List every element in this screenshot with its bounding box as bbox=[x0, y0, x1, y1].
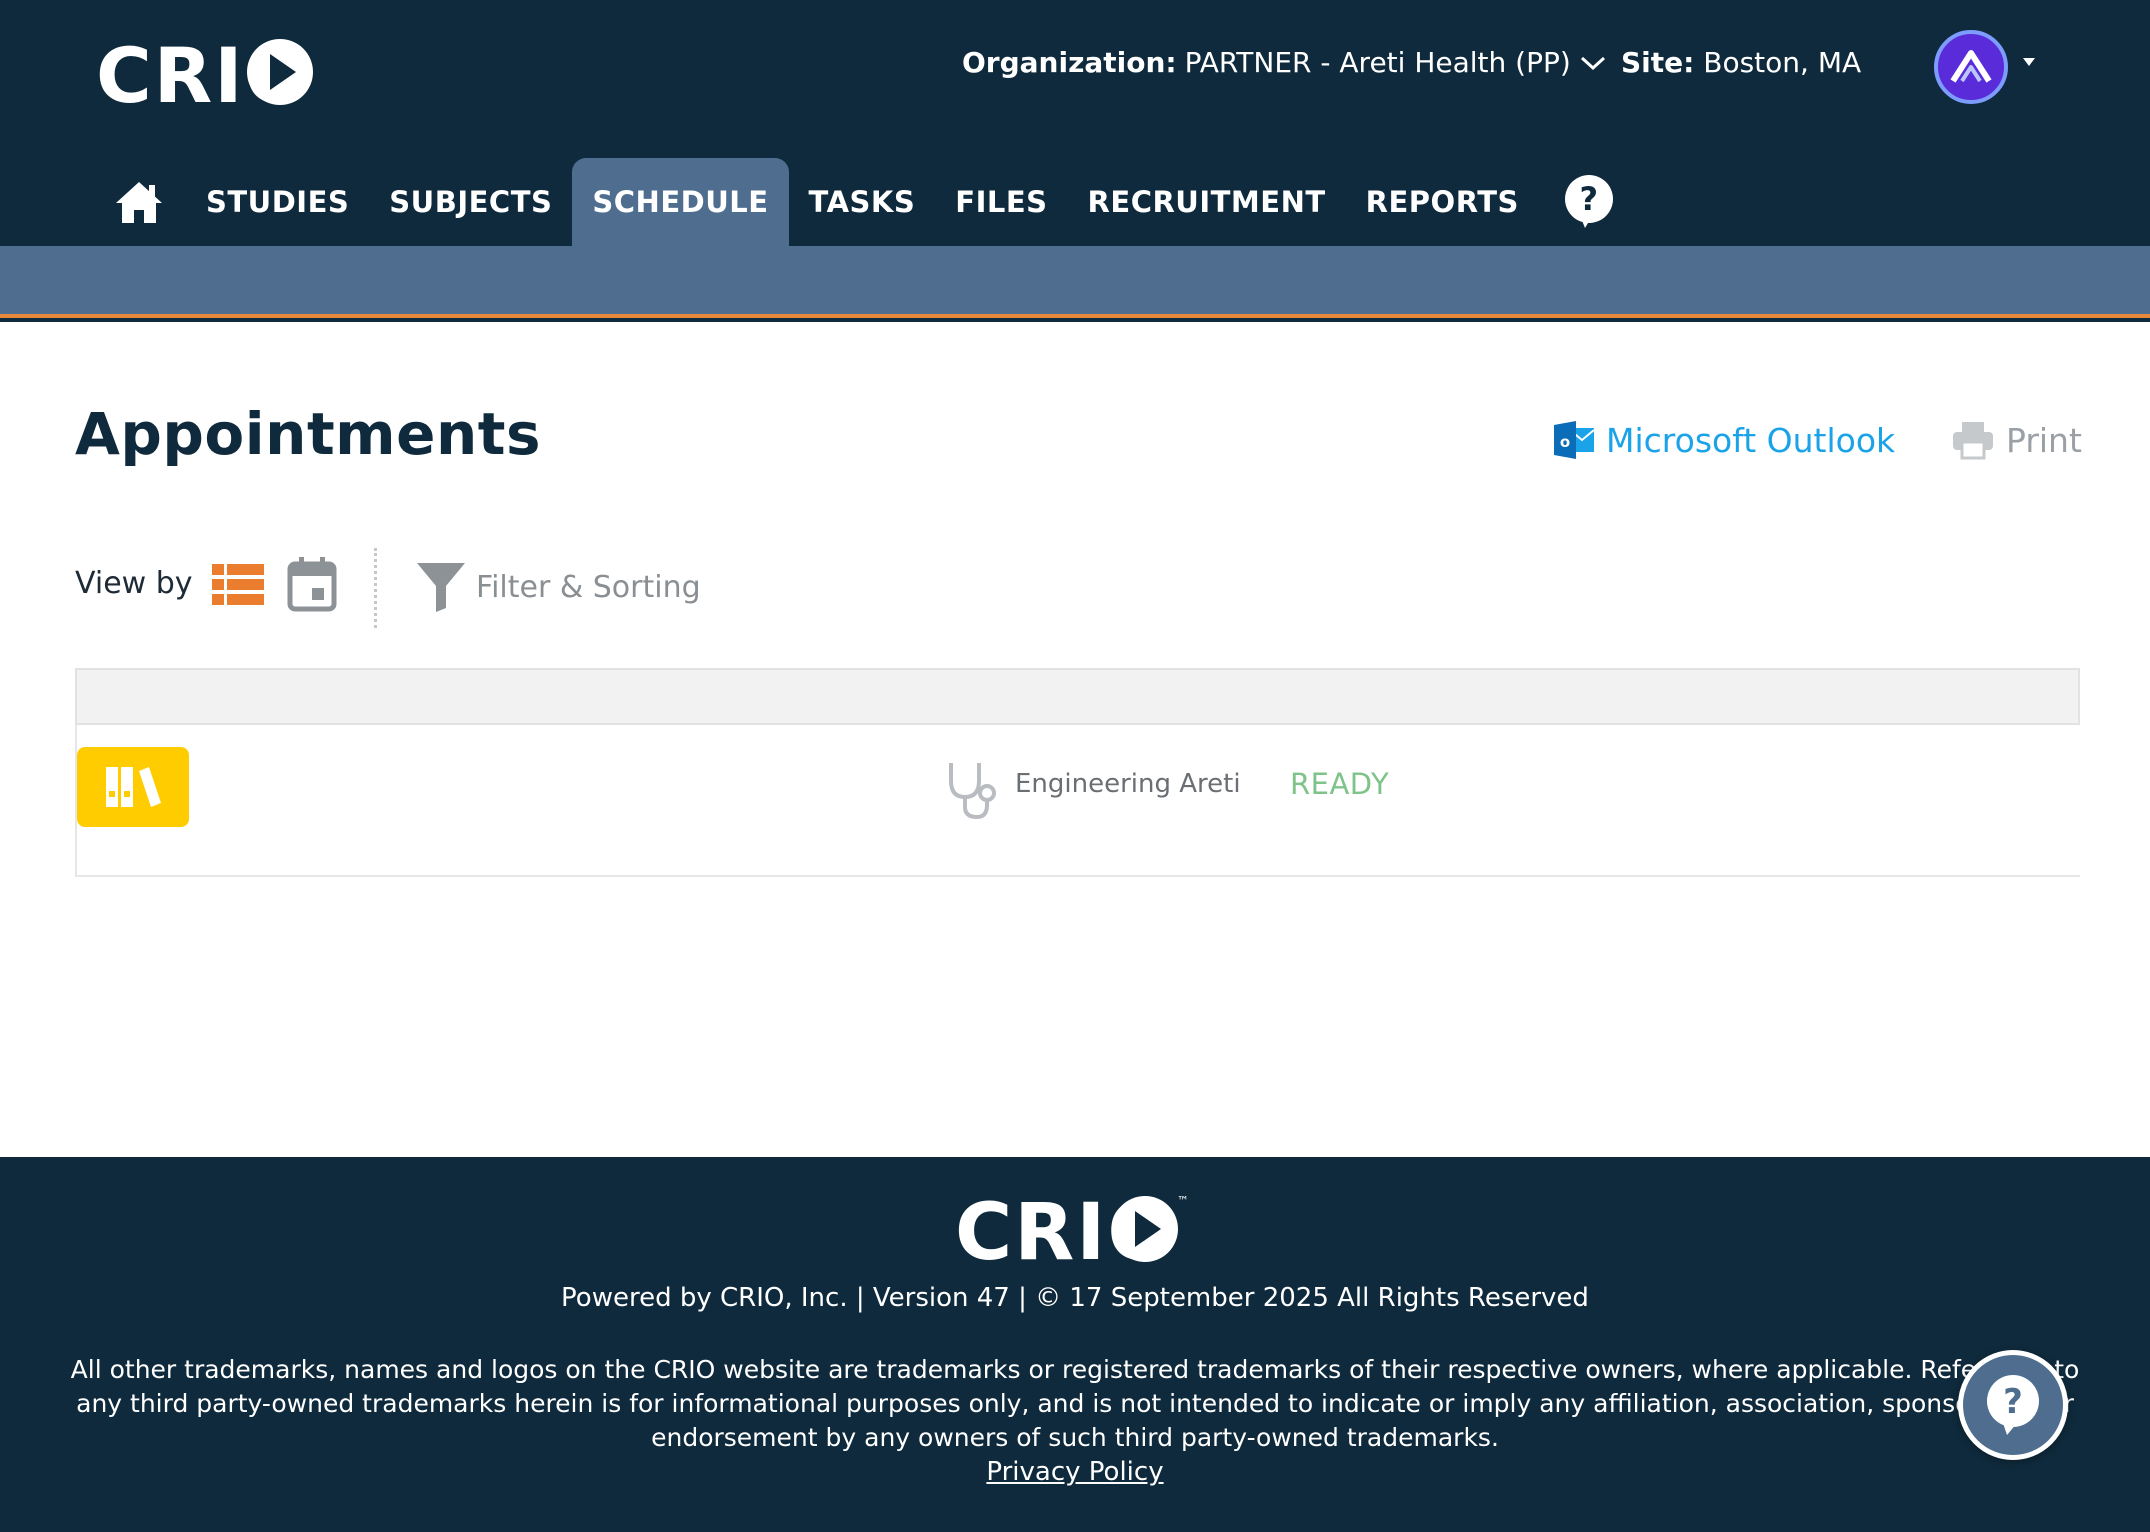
chevron-down-icon bbox=[1580, 56, 1605, 70]
appointment-row[interactable]: Engineering Areti READY bbox=[75, 725, 2080, 877]
nav-recruitment[interactable]: RECRUITMENT bbox=[1068, 158, 1346, 246]
site-value: Boston, MA bbox=[1703, 46, 1862, 79]
outlook-icon: o bbox=[1554, 421, 1595, 459]
privacy-policy-link[interactable]: Privacy Policy bbox=[0, 1457, 2150, 1487]
organization-label: Organization: bbox=[962, 46, 1177, 79]
user-menu-caret-icon[interactable] bbox=[2021, 56, 2037, 68]
sub-nav-bar bbox=[0, 246, 2150, 318]
footer-crio-logo: CRIO ™ bbox=[955, 1189, 1189, 1269]
view-by-label: View by bbox=[75, 566, 193, 601]
help-chat-button[interactable]: ? bbox=[1958, 1350, 2068, 1460]
avatar-icon bbox=[1950, 50, 1992, 83]
site-label: Site: bbox=[1621, 46, 1695, 79]
svg-text:™: ™ bbox=[1177, 1194, 1189, 1208]
status-badge: READY bbox=[1290, 767, 1390, 801]
print-label: Print bbox=[2006, 420, 2082, 460]
nav-tasks[interactable]: TASKS bbox=[789, 158, 936, 246]
study-badge[interactable] bbox=[77, 747, 189, 827]
microsoft-outlook-link[interactable]: o Microsoft Outlook bbox=[1552, 420, 1895, 460]
nav-files[interactable]: FILES bbox=[935, 158, 1067, 246]
print-button[interactable]: Print bbox=[1952, 420, 2082, 460]
user-avatar[interactable] bbox=[1934, 30, 2008, 104]
home-icon bbox=[116, 182, 162, 223]
nav-studies[interactable]: STUDIES bbox=[186, 158, 369, 246]
svg-text:?: ? bbox=[2003, 1382, 2023, 1422]
filter-icon bbox=[417, 563, 465, 612]
nav-subjects[interactable]: SUBJECTS bbox=[369, 158, 572, 246]
list-view-icon[interactable] bbox=[212, 562, 264, 606]
print-icon bbox=[1953, 422, 1993, 460]
nav-reports[interactable]: REPORTS bbox=[1346, 158, 1539, 246]
study-binder-icon bbox=[106, 767, 161, 807]
provider-name: Engineering Areti bbox=[1015, 769, 1241, 799]
crio-logo[interactable]: CRIO bbox=[96, 36, 316, 108]
trademark-disclaimer: All other trademarks, names and logos on… bbox=[70, 1355, 2080, 1452]
site-indicator: Site: Boston, MA bbox=[1621, 46, 1861, 79]
page-title: Appointments bbox=[75, 400, 541, 468]
svg-text:?: ? bbox=[1579, 180, 1598, 218]
view-divider bbox=[374, 548, 377, 628]
outlook-label: Microsoft Outlook bbox=[1606, 420, 1896, 460]
filter-label: Filter & Sorting bbox=[476, 569, 701, 605]
svg-text:o: o bbox=[1560, 433, 1570, 451]
organization-selector[interactable]: Organization: PARTNER - Areti Health (PP… bbox=[962, 46, 1607, 79]
help-icon: ? bbox=[1564, 175, 1613, 228]
main-nav: STUDIES SUBJECTS SCHEDULE TASKS FILES RE… bbox=[96, 158, 1639, 246]
help-chat-icon: ? bbox=[1987, 1375, 2039, 1435]
filter-sorting-button[interactable]: Filter & Sorting bbox=[416, 562, 701, 612]
top-header: CRIO Organization: PARTNER - Areti Healt… bbox=[0, 0, 2150, 322]
organization-value: PARTNER - Areti Health (PP) bbox=[1184, 46, 1571, 79]
appointments-table-header bbox=[75, 668, 2080, 725]
footer: CRIO ™ Powered by CRIO, Inc. | Version 4… bbox=[0, 1157, 2150, 1532]
nav-home[interactable] bbox=[96, 158, 186, 246]
powered-by-text: Powered by CRIO, Inc. | Version 47 | © 1… bbox=[561, 1283, 1589, 1313]
stethoscope-icon bbox=[949, 763, 996, 820]
nav-schedule[interactable]: SCHEDULE bbox=[572, 158, 789, 246]
calendar-icon[interactable] bbox=[287, 556, 337, 612]
nav-help[interactable]: ? bbox=[1539, 158, 1639, 246]
